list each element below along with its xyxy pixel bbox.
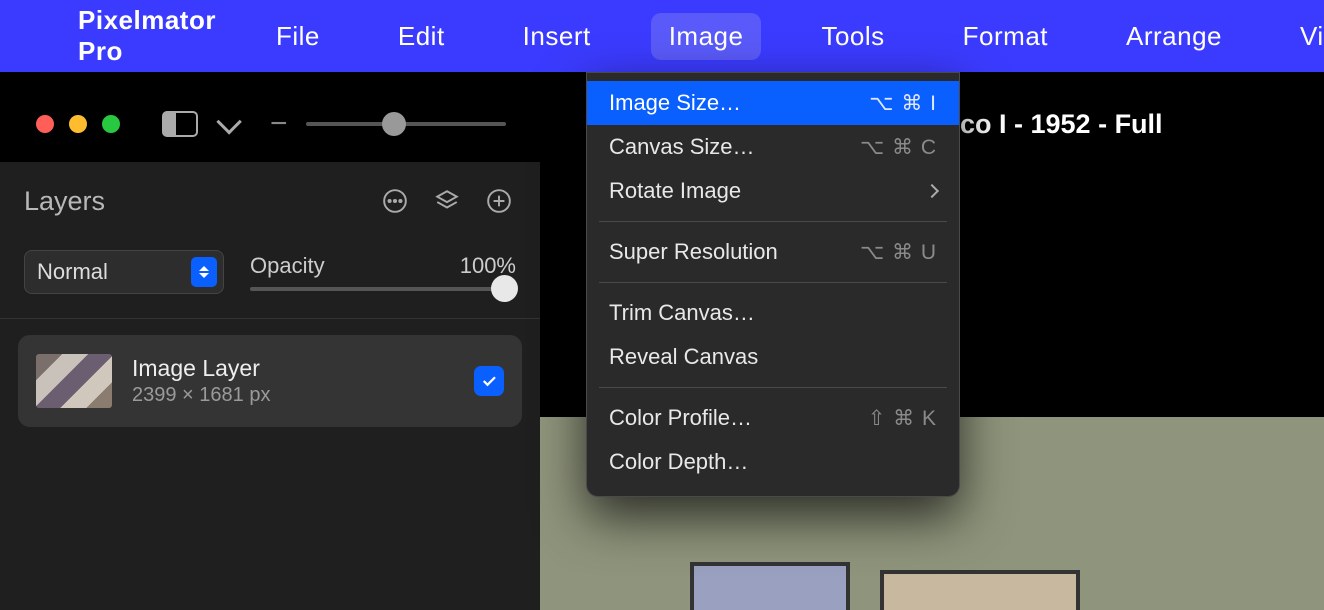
menu-item-shortcut: ⌥ ⌘ I [869,91,937,116]
menu-item-label: Rotate Image [609,178,927,204]
menu-item-trim-canvas[interactable]: Trim Canvas… [587,291,959,335]
layer-dimensions: 2399 × 1681 px [132,384,454,407]
blend-mode-select[interactable]: Normal [24,250,224,294]
layer-thumbnail [36,354,112,408]
menu-item-label: Color Profile… [609,405,868,431]
document-title: co I - 1952 - Full [960,109,1163,140]
menu-format[interactable]: Format [945,13,1066,60]
menu-item-label: Canvas Size… [609,134,860,160]
opacity-slider[interactable] [250,287,516,291]
menu-item-color-profile[interactable]: Color Profile…⇧ ⌘ K [587,396,959,440]
menu-item-shortcut: ⇧ ⌘ K [868,406,937,431]
menu-view[interactable]: View [1282,13,1324,60]
layers-stack-icon[interactable] [430,184,464,218]
layer-name: Image Layer [132,355,454,382]
menubar: Pixelmator Pro File Edit Insert Image Tools F… [0,0,1324,72]
zoom-out-button[interactable]: − [270,107,288,141]
close-window-button[interactable] [36,115,54,133]
menu-item-reveal-canvas[interactable]: Reveal Canvas [587,335,959,379]
menu-item-shortcut: ⌥ ⌘ C [860,135,937,160]
opacity-slider-knob[interactable] [491,275,518,302]
minimize-window-button[interactable] [69,115,87,133]
sidebar-toggle-icon[interactable] [162,111,198,137]
menu-separator [599,387,947,388]
chevron-right-icon [925,184,939,198]
menu-arrange[interactable]: Arrange [1108,13,1240,60]
image-menu-dropdown: Image Size…⌥ ⌘ ICanvas Size…⌥ ⌘ CRotate … [586,72,960,497]
add-layer-icon[interactable] [482,184,516,218]
window-traffic-lights [36,115,120,133]
menu-separator [599,282,947,283]
menu-tools[interactable]: Tools [803,13,902,60]
menu-item-rotate-image[interactable]: Rotate Image [587,169,959,213]
zoom-slider[interactable] [306,122,506,126]
menu-item-label: Image Size… [609,90,869,116]
layer-options-icon[interactable] [378,184,412,218]
menu-item-shortcut: ⌥ ⌘ U [860,240,937,265]
menu-item-label: Reveal Canvas [609,344,937,370]
select-arrows-icon [191,257,217,287]
menu-image[interactable]: Image [651,13,762,60]
blend-mode-value: Normal [37,259,108,285]
menu-item-color-depth[interactable]: Color Depth… [587,440,959,484]
menu-item-label: Trim Canvas… [609,300,937,326]
menu-item-image-size[interactable]: Image Size…⌥ ⌘ I [587,81,959,125]
menu-separator [599,221,947,222]
layers-heading: Layers [24,186,105,217]
layer-item[interactable]: Image Layer 2399 × 1681 px [18,335,522,427]
menu-insert[interactable]: Insert [505,13,609,60]
app-name[interactable]: Pixelmator Pro [78,5,216,67]
menu-edit[interactable]: Edit [380,13,463,60]
opacity-label: Opacity [250,253,325,279]
menu-item-label: Super Resolution [609,239,860,265]
menu-item-super-resolution[interactable]: Super Resolution⌥ ⌘ U [587,230,959,274]
layer-visibility-checkbox[interactable] [474,366,504,396]
menu-item-canvas-size[interactable]: Canvas Size…⌥ ⌘ C [587,125,959,169]
menu-item-label: Color Depth… [609,449,937,475]
zoom-slider-knob[interactable] [382,112,406,136]
layers-panel: Layers Normal Opacity 100% Image Layer 2… [0,162,540,610]
menu-file[interactable]: File [258,13,338,60]
zoom-window-button[interactable] [102,115,120,133]
chevron-down-icon[interactable] [216,109,241,134]
